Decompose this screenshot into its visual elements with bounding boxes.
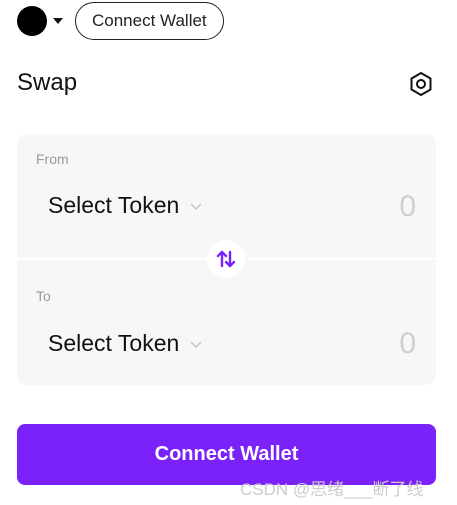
from-amount-input[interactable]: 0 [399, 190, 416, 224]
settings-icon[interactable] [408, 71, 434, 97]
connect-wallet-button-label: Connect Wallet [154, 443, 299, 465]
swap-page: Connect Wallet Swap From Select Token 0 [0, 0, 457, 505]
watermark: CSDN @思绪___断了线 [240, 480, 424, 499]
to-token-select[interactable]: Select Token [48, 330, 203, 357]
from-token-label: Select Token [48, 192, 180, 218]
swap-direction-button[interactable] [207, 240, 245, 278]
from-label: From [36, 151, 69, 167]
network-avatar[interactable] [17, 6, 47, 36]
to-token-label: Select Token [48, 330, 180, 356]
from-token-select[interactable]: Select Token [48, 192, 203, 219]
swap-card: From Select Token 0 To Select Token 0 [17, 134, 436, 385]
swap-arrows-icon [216, 250, 236, 268]
to-amount-input[interactable]: 0 [399, 327, 416, 361]
top-bar: Connect Wallet [17, 2, 224, 40]
connect-wallet-pill-label: Connect Wallet [92, 11, 207, 30]
chevron-down-icon [190, 202, 202, 210]
caret-down-icon[interactable] [53, 18, 63, 24]
chevron-down-icon [190, 340, 202, 348]
page-title: Swap [17, 69, 78, 96]
connect-wallet-pill-button[interactable]: Connect Wallet [75, 2, 224, 40]
to-label: To [36, 288, 51, 304]
